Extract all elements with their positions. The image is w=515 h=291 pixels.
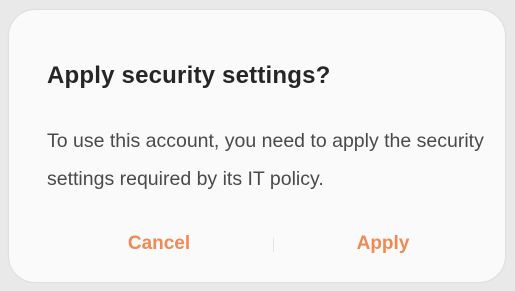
dialog-title: Apply security settings? <box>47 62 331 89</box>
dialog-actions: Cancel Apply <box>9 222 505 266</box>
security-settings-dialog: Apply security settings? To use this acc… <box>9 10 505 282</box>
button-divider <box>273 238 274 252</box>
dialog-message: To use this account, you need to apply t… <box>47 130 484 190</box>
apply-button[interactable]: Apply <box>333 222 433 266</box>
cancel-button[interactable]: Cancel <box>109 222 209 266</box>
